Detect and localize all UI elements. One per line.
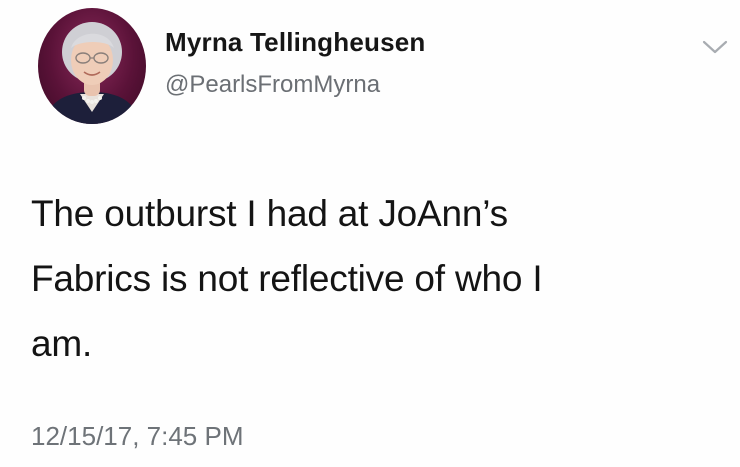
- display-name[interactable]: Myrna Tellingheusen: [165, 27, 425, 58]
- tweet-text-line: The outburst I had at JoAnn’s: [31, 193, 508, 234]
- avatar[interactable]: [38, 8, 146, 124]
- tweet-timestamp[interactable]: 12/15/17, 7:45 PM: [31, 421, 243, 452]
- tweet-card: Myrna Tellingheusen @PearlsFromMyrna The…: [0, 0, 740, 467]
- tweet-text: The outburst I had at JoAnn’s Fabrics is…: [31, 181, 711, 376]
- user-handle[interactable]: @PearlsFromMyrna: [165, 71, 380, 99]
- avatar-photo: [44, 22, 140, 124]
- tweet-text-line: Fabrics is not reflective of who I: [31, 258, 543, 299]
- tweet-text-line: am.: [31, 323, 93, 364]
- chevron-down-icon[interactable]: [700, 36, 730, 58]
